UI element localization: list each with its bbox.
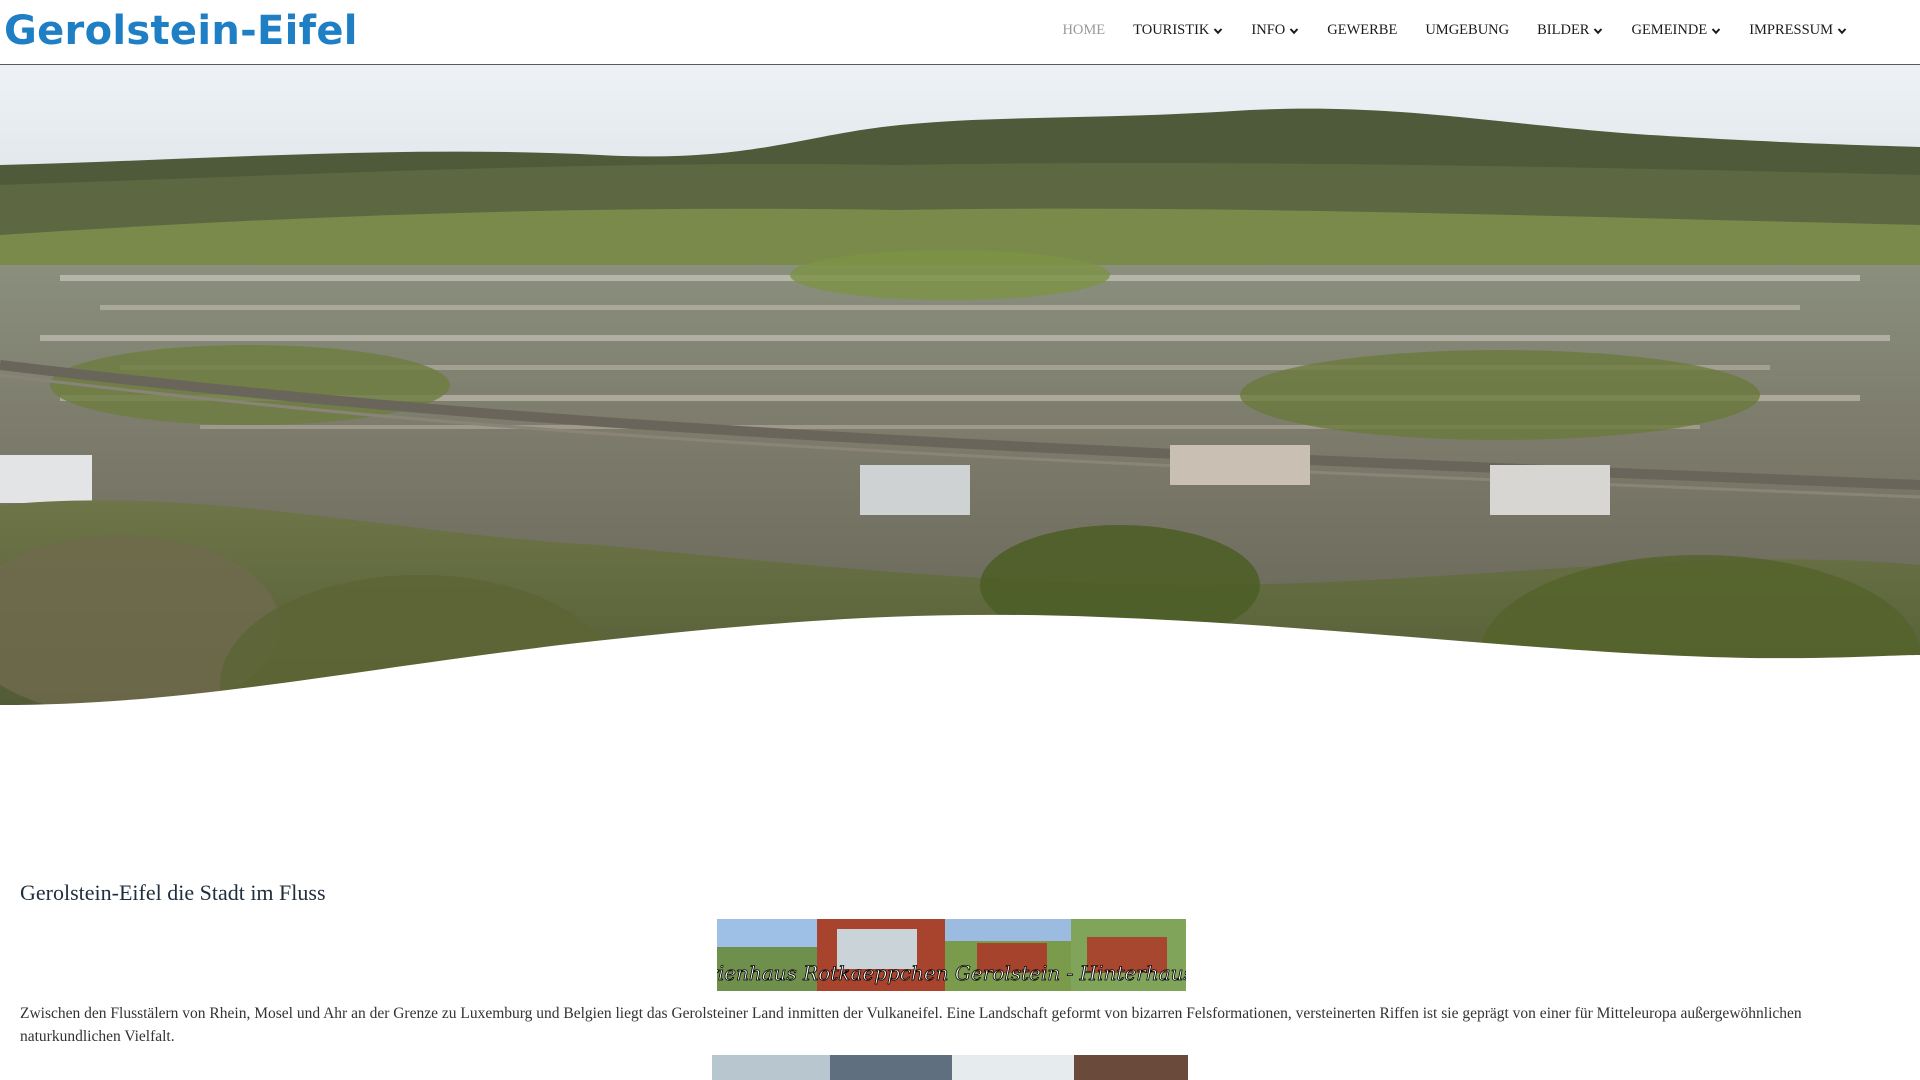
nav-item-label: TOURISTIK: [1133, 22, 1210, 38]
nav-item-label: INFO: [1251, 22, 1286, 38]
page-title: Gerolstein-Eifel die Stadt im Fluss: [20, 880, 326, 905]
nav-item-label: UMGEBUNG: [1425, 22, 1510, 38]
nav-item-gemeinde[interactable]: GEMEINDE: [1631, 22, 1721, 39]
site-header: Gerolstein-Eifel HOME TOURISTIK INFO GEW…: [0, 0, 1920, 65]
nav-item-label: GEWERBE: [1327, 22, 1398, 38]
intro-paragraph: Zwischen den Flusstälern von Rhein, Mose…: [20, 1005, 1802, 1045]
chevron-down-icon: [1289, 26, 1299, 36]
main-nav: HOME TOURISTIK INFO GEWERBE UMGEBUNG BIL…: [1034, 22, 1847, 39]
nav-item-home[interactable]: HOME: [1062, 22, 1105, 39]
chevron-down-icon: [1837, 26, 1847, 36]
site-logo[interactable]: Gerolstein-Eifel: [4, 8, 358, 54]
chevron-down-icon: [1593, 26, 1603, 36]
nav-item-umgebung[interactable]: UMGEBUNG: [1425, 22, 1509, 39]
gallery-image[interactable]: [952, 1055, 1074, 1080]
nav-item-label: GEMEINDE: [1631, 22, 1708, 38]
banner-caption: Ferienhaus Rotkaeppchen Gerolstein - Hin…: [717, 961, 1186, 985]
nav-item-impressum[interactable]: IMPRESSUM: [1749, 22, 1847, 39]
hero-image: [0, 65, 1920, 850]
gallery-image[interactable]: [830, 1055, 952, 1080]
ferienhaus-banner[interactable]: Ferienhaus Rotkaeppchen Gerolstein - Hin…: [717, 919, 1186, 991]
nav-item-info[interactable]: INFO: [1251, 22, 1299, 39]
chevron-down-icon: [1711, 26, 1721, 36]
nav-item-label: BILDER: [1537, 22, 1590, 38]
image-gallery[interactable]: [712, 1055, 1188, 1080]
chevron-down-icon: [1213, 26, 1223, 36]
nav-item-label: HOME: [1062, 22, 1106, 38]
nav-item-label: IMPRESSUM: [1749, 22, 1833, 38]
gallery-image[interactable]: [712, 1055, 830, 1080]
nav-item-touristik[interactable]: TOURISTIK: [1133, 22, 1223, 39]
gallery-image[interactable]: [1074, 1055, 1188, 1080]
nav-item-gewerbe[interactable]: GEWERBE: [1327, 22, 1397, 39]
nav-item-bilder[interactable]: BILDER: [1537, 22, 1603, 39]
